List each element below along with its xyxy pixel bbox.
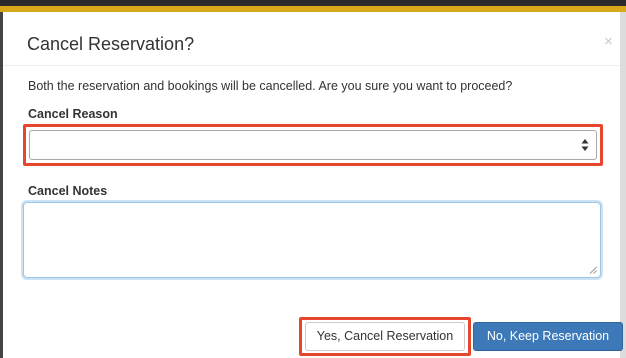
cancel-notes-textarea[interactable]: [23, 202, 601, 278]
resize-grip-icon[interactable]: [589, 266, 597, 274]
yes-cancel-reservation-button[interactable]: Yes, Cancel Reservation: [305, 322, 465, 351]
close-icon[interactable]: ×: [604, 33, 613, 50]
no-keep-reservation-button[interactable]: No, Keep Reservation: [473, 322, 623, 351]
cancel-notes-label: Cancel Notes: [28, 184, 108, 198]
confirmation-message: Both the reservation and bookings will b…: [28, 79, 513, 93]
page: Cancel Reservation? × Both the reservati…: [0, 0, 626, 358]
cancel-reason-select[interactable]: [29, 130, 597, 160]
cancel-reason-label: Cancel Reason: [28, 107, 118, 121]
background-right-edge: [620, 12, 626, 358]
cancel-reservation-dialog: Cancel Reservation? × Both the reservati…: [3, 12, 623, 358]
header-divider: [3, 65, 620, 66]
dialog-title: Cancel Reservation?: [27, 34, 195, 54]
select-arrows-icon: [581, 139, 589, 151]
